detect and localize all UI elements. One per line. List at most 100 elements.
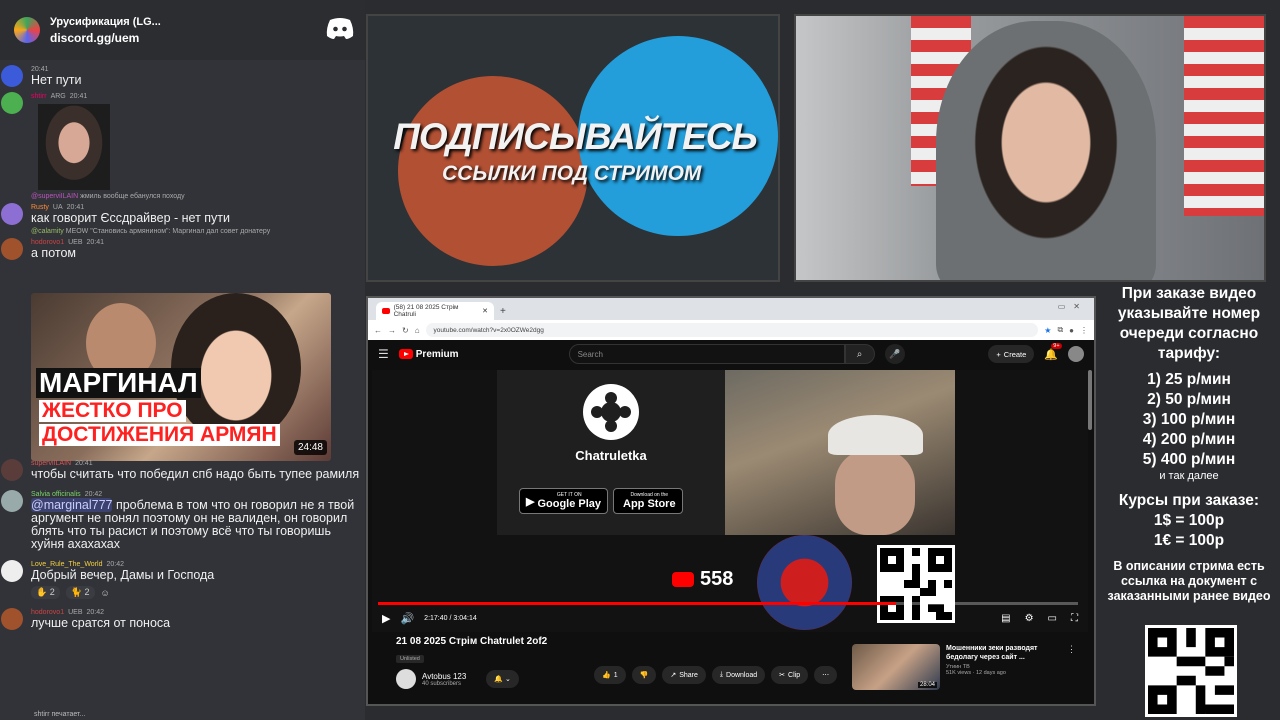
video-person <box>835 450 915 535</box>
add-reaction-icon[interactable]: ☺ <box>101 588 110 598</box>
message-text: @marginal777 проблема в том что он говор… <box>31 498 355 551</box>
subscribe-bell-button[interactable]: 🔔 ⌄ <box>486 670 519 688</box>
download-button[interactable]: ⤓ Download <box>711 666 766 684</box>
username[interactable]: Salvia officinalis <box>31 491 81 498</box>
video-player[interactable]: Chatruletka ▶ GET IT ON Google Play Downlo… <box>372 370 1088 632</box>
notification-badge: 9+ <box>1051 342 1062 349</box>
window-controls[interactable]: ▭✕ <box>1058 302 1088 311</box>
message-text: чтобы считать что победил спб надо быть … <box>31 467 360 481</box>
captions-icon[interactable]: ▤ <box>1001 613 1010 624</box>
browser-window: (58) 21 08 2025 Стрім Chatruli ✕ + ▭✕ ← … <box>366 296 1096 706</box>
like-button[interactable]: 👍 1 <box>594 666 626 684</box>
recommended-thumbnail[interactable]: 28:04 <box>852 644 940 690</box>
reaction-hand[interactable]: ✋ 2 <box>31 586 60 599</box>
time-display: 2:17:40 / 3:04:14 <box>424 614 477 622</box>
user-tag: UEB <box>68 608 83 616</box>
message-time: 20:41 <box>66 203 85 211</box>
avatar[interactable] <box>1 238 23 260</box>
description-note: В описании стрима есть ссылка на докумен… <box>1107 559 1271 603</box>
server-icon[interactable] <box>14 17 40 43</box>
youtube-logo[interactable]: Premium <box>398 349 459 360</box>
menu-icon[interactable]: ⋮ <box>1080 326 1088 335</box>
chat-message: superviILAIN 20:41 чтобы считать что поб… <box>0 458 365 481</box>
username[interactable]: Love_Rule_The_World <box>31 561 102 568</box>
bookmark-star-icon[interactable]: ★ <box>1044 326 1051 335</box>
username[interactable]: hodorovo1 <box>31 609 64 616</box>
avatar[interactable] <box>1 459 23 481</box>
reaction-cat[interactable]: 🐈 2 <box>65 586 95 599</box>
reply-preview[interactable]: @superviILAIN жмиль вообще ебанулся похо… <box>0 193 365 200</box>
avatar[interactable] <box>1 608 23 630</box>
avatar[interactable] <box>1 560 23 582</box>
page-scrollbar[interactable] <box>1088 370 1092 430</box>
image-attachment[interactable] <box>38 104 110 190</box>
rate-item: 4) 200 р/мин <box>1142 431 1236 448</box>
flag-right <box>1184 16 1264 216</box>
search-input[interactable]: Search <box>568 344 845 364</box>
reply-text: "Становись армянином": Маргинал дал сове… <box>90 228 271 235</box>
streamer <box>936 21 1156 280</box>
chat-message: Love_Rule_The_World 20:42 Добрый вечер, … <box>0 559 365 582</box>
message-time: 20:42 <box>86 608 105 616</box>
recommended-video[interactable]: 28:04 Мошенники зеки разводят бедолагу ч… <box>852 644 1094 690</box>
home-icon[interactable]: ⌂ <box>415 326 420 335</box>
more-actions-button[interactable]: ⋯ <box>814 666 838 684</box>
chat-message: shtirr ARG 20:41 <box>0 91 365 190</box>
new-tab-button[interactable]: + <box>500 306 506 317</box>
reply-preview[interactable]: @calamity MEOW "Становись армянином": Ма… <box>0 228 365 235</box>
play-icon[interactable]: ▶ <box>382 612 390 625</box>
channel-avatar[interactable] <box>396 669 416 689</box>
avatar[interactable] <box>1 65 23 87</box>
hamburger-menu-icon[interactable]: ☰ <box>378 347 389 361</box>
message-time: 20:41 <box>31 65 49 73</box>
rate-item: 2) 50 р/мин <box>1147 391 1231 408</box>
close-tab-icon[interactable]: ✕ <box>482 307 488 315</box>
message-text: а потом <box>31 246 77 260</box>
extensions-icon[interactable]: ⧉ <box>1057 325 1063 335</box>
white-cap <box>828 415 923 455</box>
notifications-bell-icon[interactable]: 🔔 9+ <box>1044 342 1062 361</box>
channel-name[interactable]: Avtobus 123 <box>422 672 466 681</box>
username[interactable]: shtirr <box>31 93 47 100</box>
message-text: лучше сратся от поноса <box>31 616 171 630</box>
reply-tag: MEOW <box>65 228 89 235</box>
create-button[interactable]: + Create <box>988 345 1035 363</box>
username[interactable]: hodorovo1 <box>31 239 64 246</box>
search-icon[interactable]: ⌕ <box>844 344 875 364</box>
url-field[interactable]: youtube.com/watch?v=2x0OZWe2dgg <box>425 323 1039 337</box>
volume-icon[interactable]: 🔊 <box>400 612 414 625</box>
profile-icon[interactable]: ● <box>1069 326 1074 335</box>
settings-gear-icon[interactable]: ⚙ <box>1025 613 1034 624</box>
rate-item: 5) 400 р/мин <box>1142 451 1236 468</box>
recommended-title[interactable]: Мошенники зеки разводят бедолагу через с… <box>946 644 1061 662</box>
message-time: 20:41 <box>69 92 88 100</box>
dislike-button[interactable]: 👎 <box>631 666 657 684</box>
tab-title: (58) 21 08 2025 Стрім Chatruli <box>393 304 459 318</box>
share-button[interactable]: ↗ Share <box>662 666 706 684</box>
video-embed-thumbnail[interactable]: МАРГИНАЛ ЖЕСТКО ПРО ДОСТИЖЕНИЯ АРМЯН 24:… <box>31 293 331 461</box>
more-icon[interactable]: ⋮ <box>1067 644 1076 690</box>
avatar[interactable] <box>1 92 23 114</box>
rate-item: 3) 100 р/мин <box>1142 411 1236 428</box>
server-invite-link[interactable]: discord.gg/uem <box>50 31 161 45</box>
recommended-meta: 51K views · 12 days ago <box>946 670 1006 676</box>
forward-icon[interactable]: → <box>388 326 396 335</box>
account-avatar[interactable] <box>1068 346 1084 362</box>
browser-tab[interactable]: (58) 21 08 2025 Стрім Chatruli ✕ <box>376 302 494 320</box>
username[interactable]: superviILAIN <box>31 460 71 467</box>
user-tag: UEB <box>68 238 83 246</box>
chatruletka-logo-icon <box>583 384 639 440</box>
username[interactable]: Rusty <box>31 204 49 211</box>
avatar[interactable] <box>1 490 23 512</box>
mention[interactable]: @marginal777 <box>31 498 113 512</box>
clip-button[interactable]: ✂ Clip <box>771 666 809 684</box>
tab-bar: (58) 21 08 2025 Стрім Chatruli ✕ + ▭✕ <box>368 298 1094 320</box>
microphone-icon[interactable]: 🎤 <box>884 344 905 364</box>
avatar[interactable] <box>1 203 23 225</box>
address-bar-row: ← → ↻ ⌂ youtube.com/watch?v=2x0OZWe2dgg … <box>368 320 1094 340</box>
embed-title-line1: МАРГИНАЛ <box>36 368 201 398</box>
back-icon[interactable]: ← <box>374 326 382 335</box>
fullscreen-icon[interactable]: ⛶ <box>1071 613 1078 624</box>
theater-mode-icon[interactable]: ▭ <box>1048 613 1057 624</box>
reload-icon[interactable]: ↻ <box>402 326 409 335</box>
